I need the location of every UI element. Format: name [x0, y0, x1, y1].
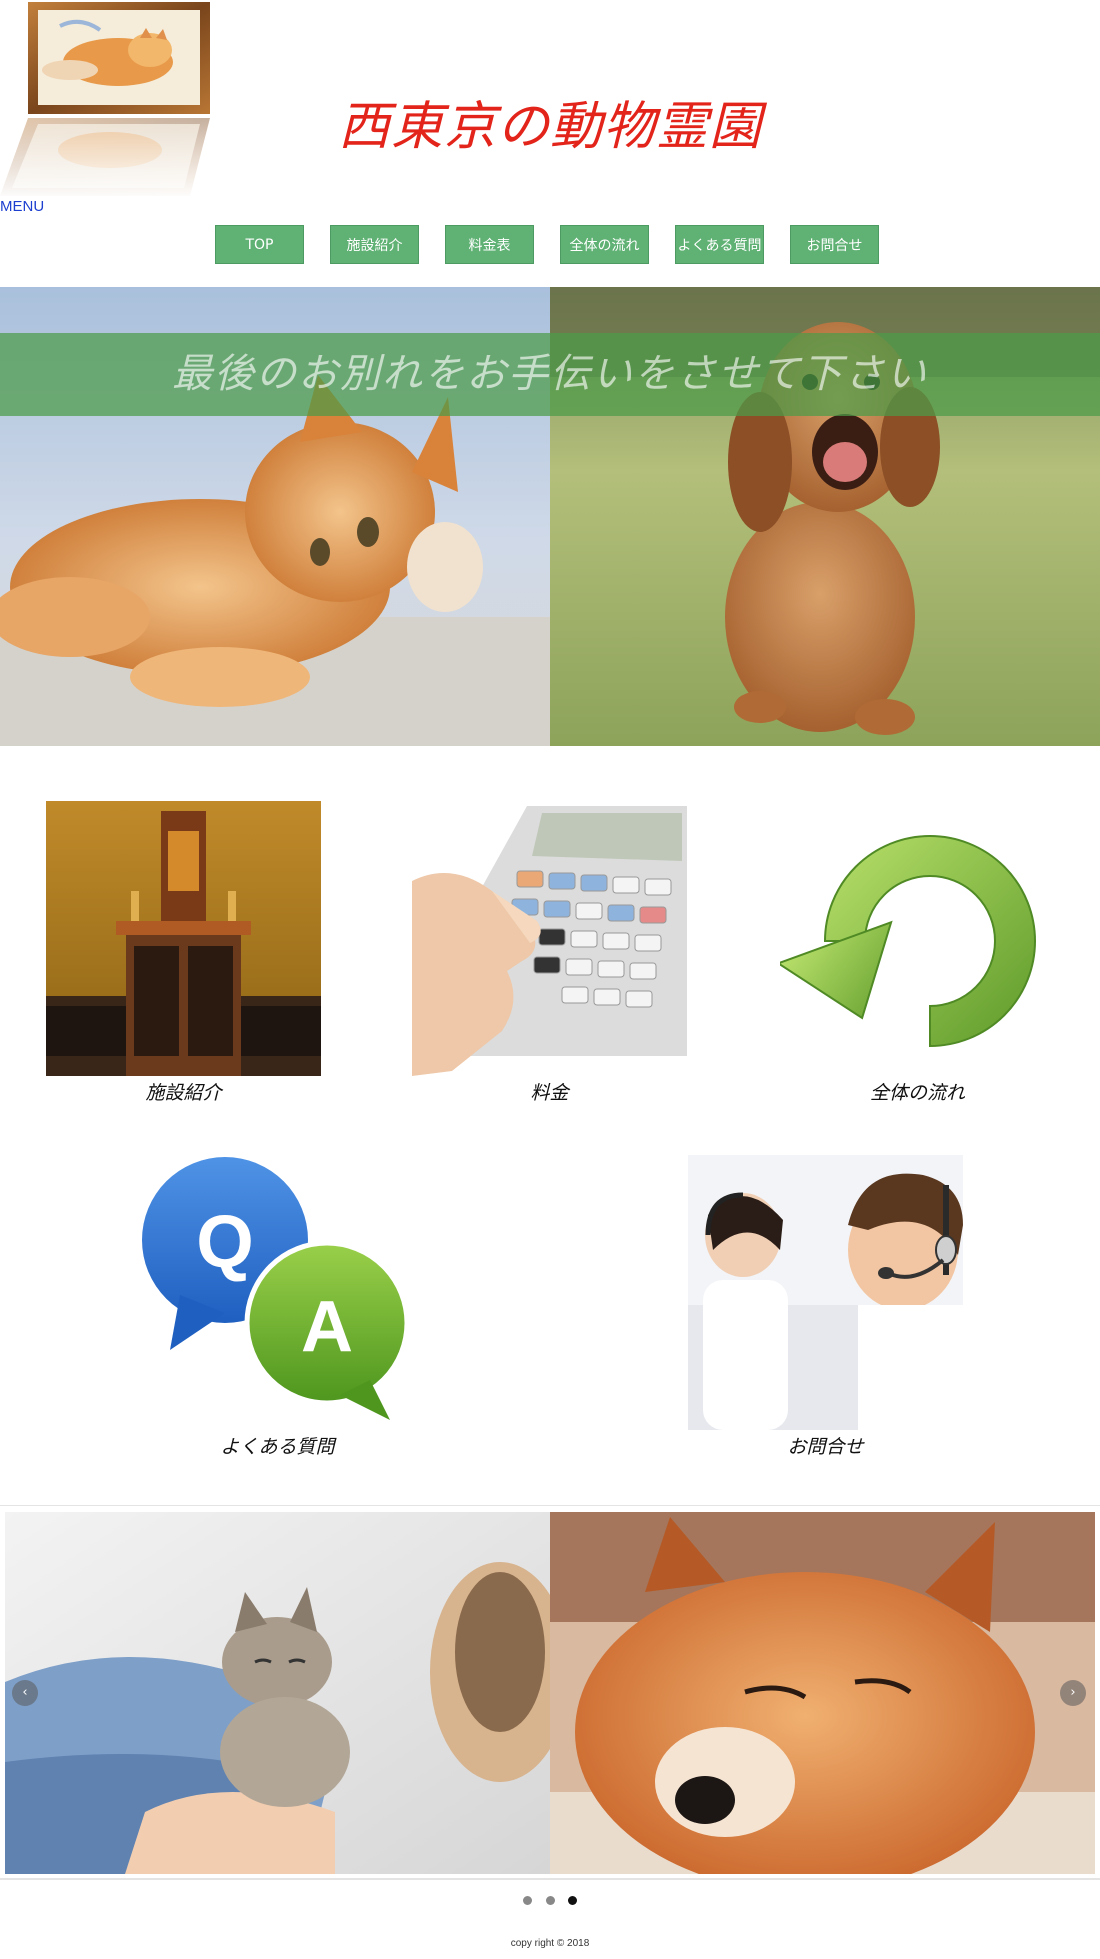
nav-faq-button[interactable]: よくある質問	[675, 225, 764, 264]
menu-link[interactable]: MENU	[0, 198, 44, 215]
service-tile-flow[interactable]: 全体の流れ	[780, 801, 1055, 1105]
call-center-photo-icon	[688, 1155, 963, 1430]
altar-photo-icon	[46, 801, 321, 1076]
service-label: 料金	[530, 1082, 569, 1104]
site-title: 西東京の動物霊園	[337, 97, 762, 157]
image-slider: ‹ ›	[0, 1505, 1100, 1880]
service-tile-contact[interactable]: お問合せ	[688, 1155, 963, 1459]
slider-prev-button[interactable]: ‹	[12, 1680, 38, 1706]
service-tile-pricing[interactable]: 料金	[412, 801, 687, 1105]
service-tile-facility[interactable]: 施設紹介	[46, 801, 321, 1105]
slider-dot[interactable]	[523, 1896, 533, 1905]
slider-next-button[interactable]: ›	[1060, 1680, 1086, 1706]
qa-bubbles-icon: Q A	[140, 1155, 415, 1430]
slide-image	[5, 1512, 1095, 1874]
svg-text:A: A	[301, 1287, 353, 1367]
cycle-arrow-icon	[780, 801, 1055, 1076]
svg-text:Q: Q	[196, 1200, 254, 1283]
service-label: 施設紹介	[145, 1082, 222, 1104]
hero-banner: 最後のお別れをお手伝いをさせて下さい	[0, 287, 1100, 746]
nav-flow-button[interactable]: 全体の流れ	[560, 225, 649, 264]
service-tile-faq[interactable]: Q A よくある質問	[140, 1155, 415, 1459]
slider-viewport	[5, 1512, 1095, 1874]
slider-dot-active[interactable]	[567, 1896, 577, 1905]
main-nav: TOP 施設紹介 料金表 全体の流れ よくある質問 お問合せ	[0, 225, 1100, 265]
copyright-text: copy right © 2018	[510, 1938, 590, 1949]
service-label: 全体の流れ	[869, 1082, 965, 1104]
service-label: お問合せ	[787, 1436, 864, 1458]
nav-facility-button[interactable]: 施設紹介	[330, 225, 419, 264]
calculator-photo-icon	[412, 801, 687, 1076]
nav-contact-button[interactable]: お問合せ	[790, 225, 879, 264]
service-label: よくある質問	[220, 1436, 335, 1458]
nav-pricing-button[interactable]: 料金表	[445, 225, 534, 264]
slider-pagination	[0, 1890, 1100, 1905]
slider-dot[interactable]	[545, 1896, 555, 1905]
hero-tagline: 最後のお別れをお手伝いをさせて下さい	[172, 351, 928, 397]
nav-top-button[interactable]: TOP	[215, 225, 304, 264]
